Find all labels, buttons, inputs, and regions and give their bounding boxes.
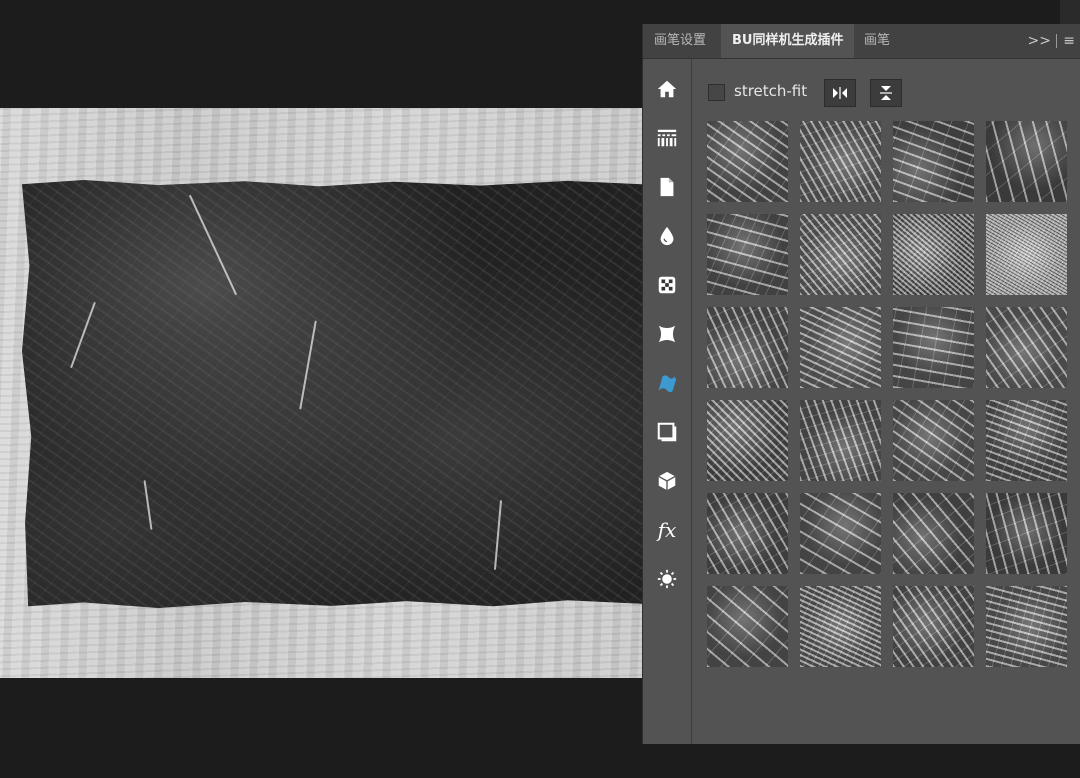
texture-thumbnail-12[interactable]	[986, 307, 1067, 388]
fx-label: fx	[657, 518, 677, 542]
texture-thumbnail-2[interactable]	[800, 121, 881, 202]
texture-thumbnail-11[interactable]	[893, 307, 974, 388]
window-edge	[1060, 0, 1080, 24]
texture-thumbnail-15[interactable]	[893, 400, 974, 481]
tab-brushes[interactable]: 画笔	[853, 24, 901, 58]
cube-icon[interactable]	[647, 461, 687, 501]
tool-sidebar: fx	[643, 59, 692, 744]
barcode-icon[interactable]	[647, 118, 687, 158]
texture-thumbnail-21[interactable]	[707, 586, 788, 667]
panel-menu-button[interactable]: ≡	[1063, 24, 1075, 58]
stretch-fit-checkbox[interactable]	[708, 84, 725, 101]
droplet-icon[interactable]	[647, 216, 687, 256]
texture-thumbnail-17[interactable]	[707, 493, 788, 574]
texture-thumbnail-3[interactable]	[893, 121, 974, 202]
plugin-content: stretch-fit	[692, 59, 1080, 744]
texture-thumbnail-23[interactable]	[893, 586, 974, 667]
texture-thumbnail-22[interactable]	[800, 586, 881, 667]
texture-grid	[707, 121, 1067, 667]
texture-thumbnail-13[interactable]	[707, 400, 788, 481]
tab-bu-mockup-plugin[interactable]: BU同样机生成插件	[721, 24, 855, 58]
panel-bottom-area	[642, 744, 1080, 778]
sun-icon[interactable]	[647, 559, 687, 599]
canvas-crumpled-paper	[22, 180, 642, 608]
texture-thumbnail-5[interactable]	[707, 214, 788, 295]
flip-horizontal-button[interactable]	[824, 79, 856, 107]
texture-thumbnail-9[interactable]	[707, 307, 788, 388]
collapse-panel-button[interactable]: >>	[1028, 24, 1051, 58]
plugin-panel: 画笔设置 BU同样机生成插件 画笔 >> ≡ fx stretch-fit	[642, 24, 1080, 744]
texture-thumbnail-14[interactable]	[800, 400, 881, 481]
texture-thumbnail-18[interactable]	[800, 493, 881, 574]
warp-icon[interactable]	[647, 314, 687, 354]
checker-icon[interactable]	[647, 265, 687, 305]
texture-thumbnail-19[interactable]	[893, 493, 974, 574]
fx-icon[interactable]: fx	[647, 510, 687, 550]
stretch-fit-label: stretch-fit	[734, 82, 808, 100]
texture-thumbnail-20[interactable]	[986, 493, 1067, 574]
texture-thumbnail-1[interactable]	[707, 121, 788, 202]
texture-thumbnail-10[interactable]	[800, 307, 881, 388]
frame-icon[interactable]	[647, 412, 687, 452]
texture-thumbnail-8[interactable]	[986, 214, 1067, 295]
texture-thumbnail-24[interactable]	[986, 586, 1067, 667]
tab-brush-settings[interactable]: 画笔设置	[643, 24, 717, 58]
home-icon[interactable]	[647, 69, 687, 109]
tabbar-divider	[1056, 34, 1057, 48]
texture-thumbnail-16[interactable]	[986, 400, 1067, 481]
document-icon[interactable]	[647, 167, 687, 207]
flip-vertical-button[interactable]	[870, 79, 902, 107]
texture-thumbnail-7[interactable]	[893, 214, 974, 295]
panel-tabbar: 画笔设置 BU同样机生成插件 画笔 >> ≡	[643, 24, 1080, 59]
wave-icon[interactable]	[647, 363, 687, 403]
texture-thumbnail-4[interactable]	[986, 121, 1067, 202]
texture-thumbnail-6[interactable]	[800, 214, 881, 295]
